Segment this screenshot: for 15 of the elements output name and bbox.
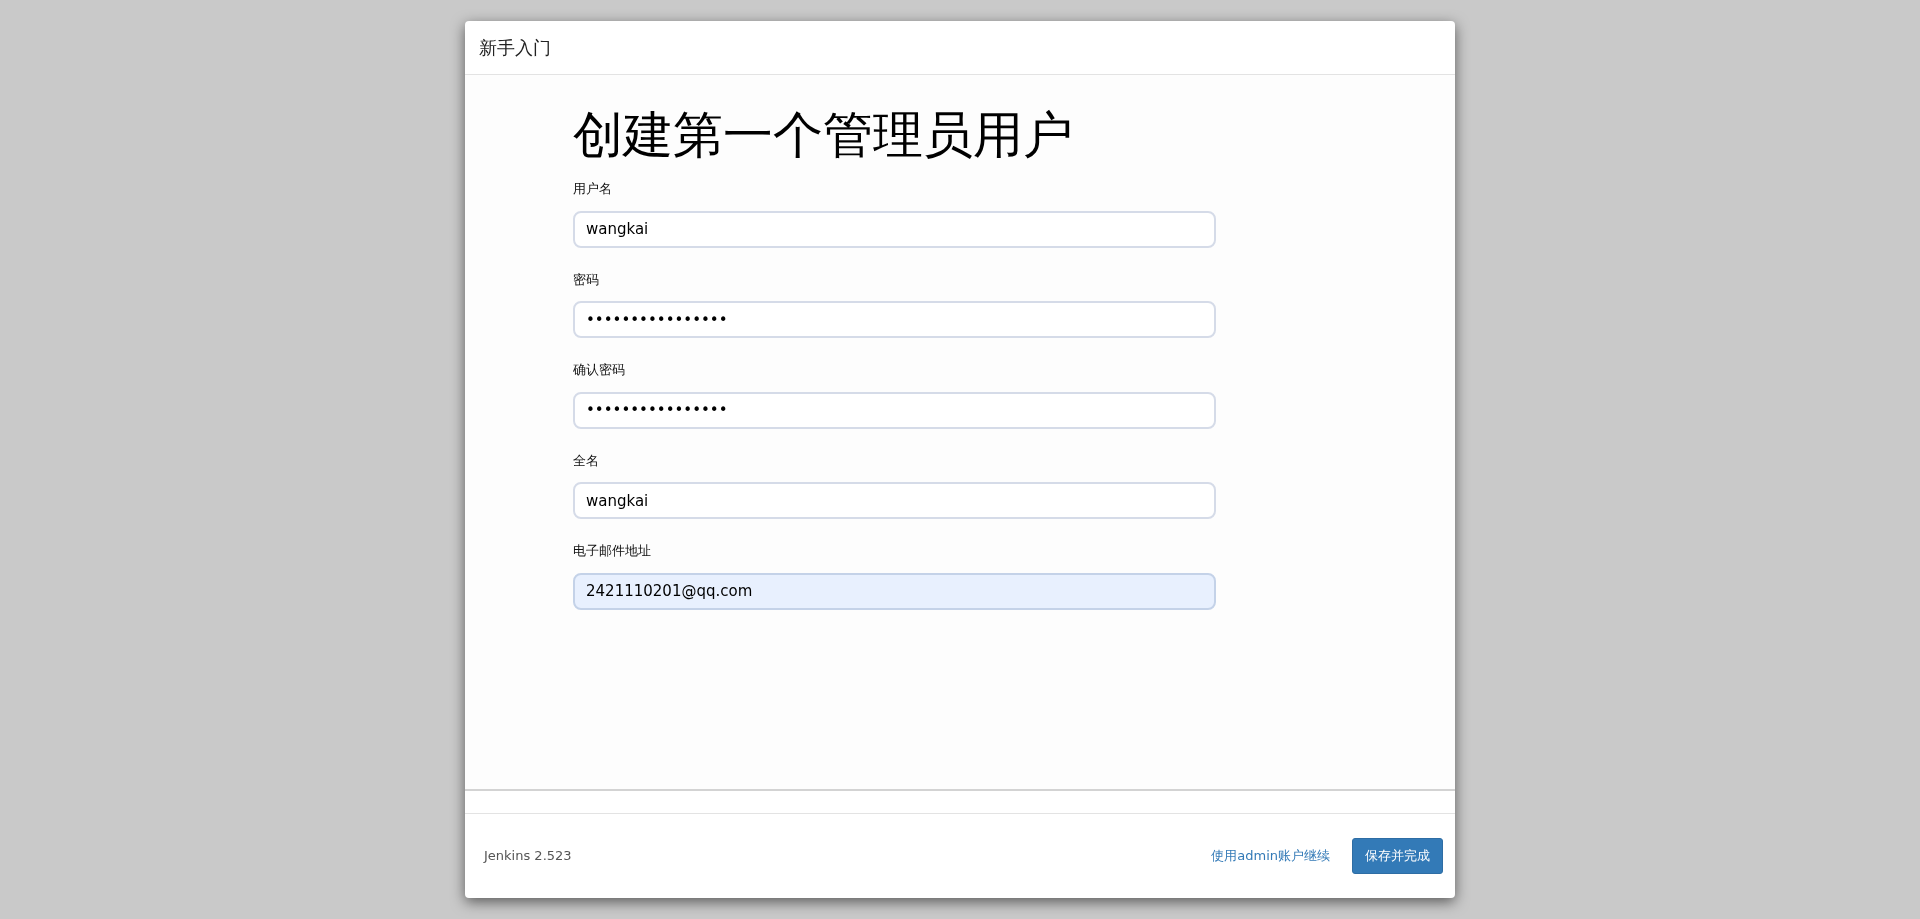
input-field[interactable]: •••••••••••••••• xyxy=(573,391,1216,429)
dialog-title: 新手入门 xyxy=(479,36,551,60)
version-text: Jenkins 2.523 xyxy=(484,847,572,866)
field-label: 电子邮件地址 xyxy=(573,542,652,560)
field-label: 密码 xyxy=(573,270,600,289)
input-field[interactable]: 2421110201@qq.com xyxy=(573,572,1216,610)
input-field[interactable]: •••••••••••••••• xyxy=(573,301,1216,338)
save-and-finish-button[interactable]: 保存并完成 xyxy=(1352,838,1443,874)
continue-as-admin-link[interactable]: 使用admin账户继续 xyxy=(1211,846,1330,866)
input-field[interactable]: wangkai xyxy=(573,210,1216,248)
field-label: 全名 xyxy=(573,451,600,470)
input-field[interactable]: wangkai xyxy=(573,482,1216,519)
field-label: 确认密码 xyxy=(573,361,626,379)
field-label: 用户名 xyxy=(573,180,613,198)
page-heading: 创建第一个管理员用户 xyxy=(573,105,1074,165)
